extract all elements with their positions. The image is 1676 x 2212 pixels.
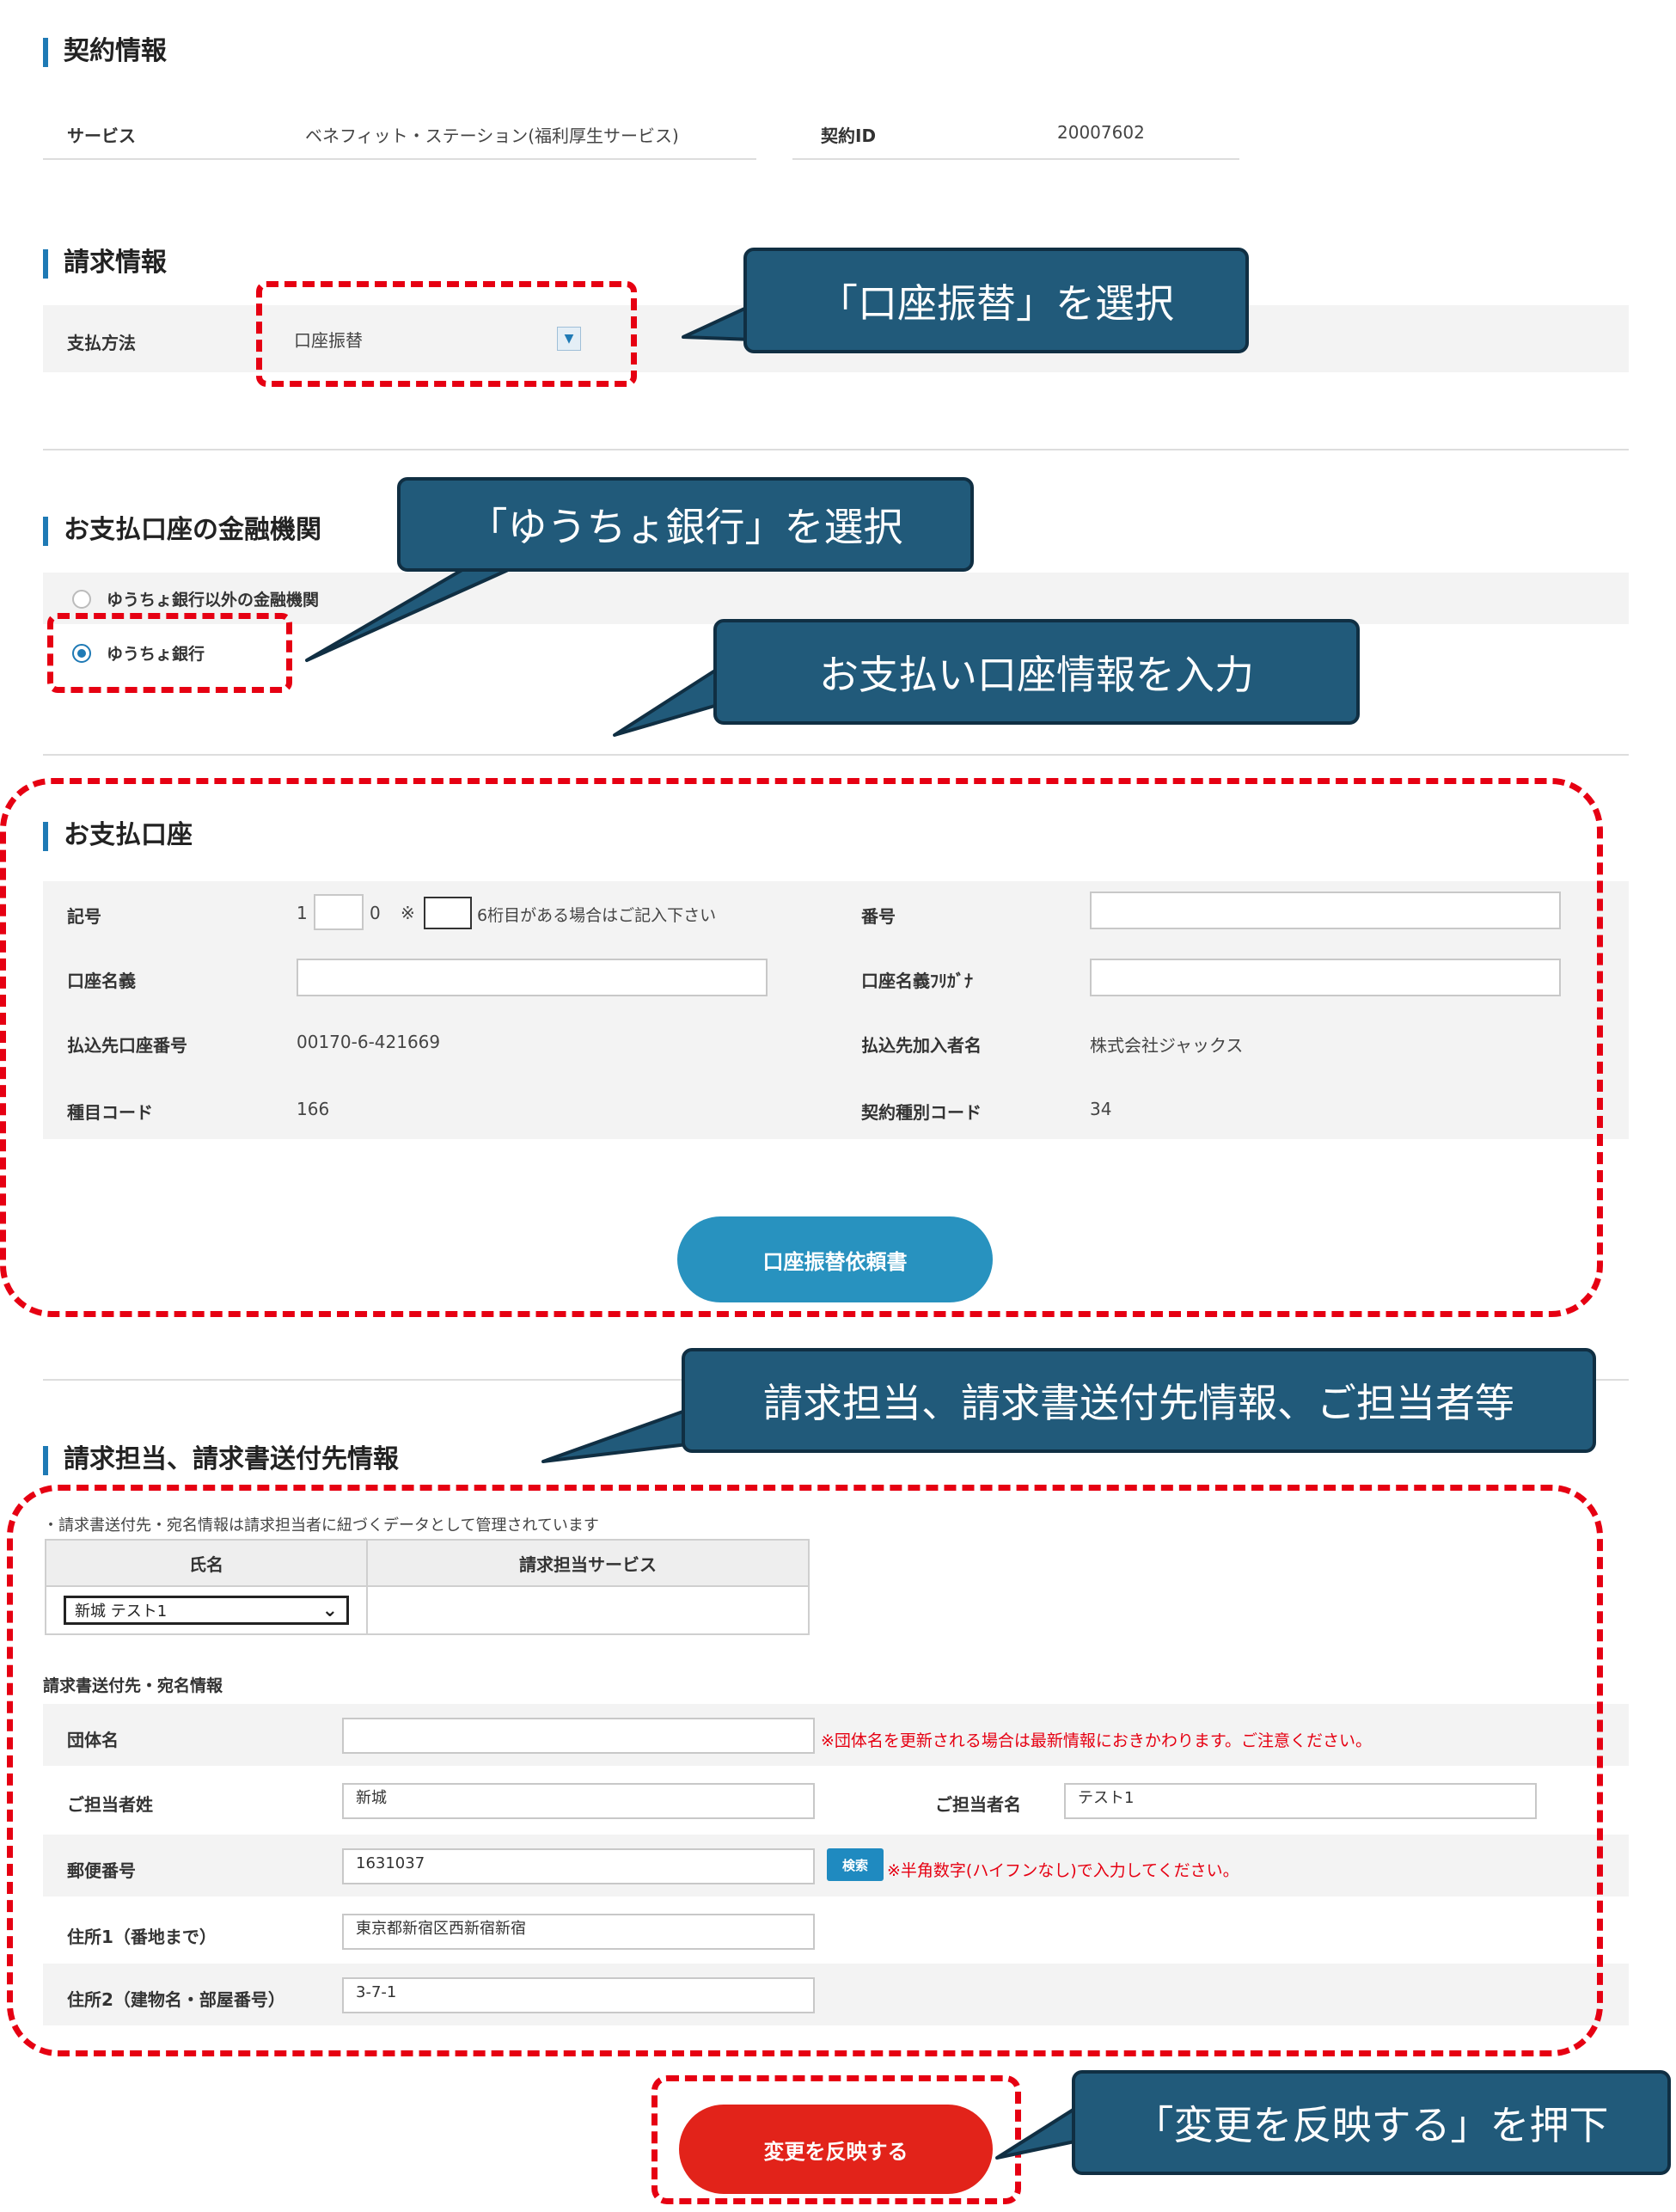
callout-billing-contact: 請求担当、請求書送付先情報、ご担当者等 <box>682 1348 1596 1453</box>
callout-select-yucho: 「ゆうちょ銀行」を選択 <box>397 477 974 572</box>
callout-pointer-invoice <box>541 1408 689 1463</box>
callout-select-transfer: 「口座振替」を選択 <box>743 248 1249 353</box>
callout-pointer-transfer <box>682 303 754 341</box>
callout-pointer-account <box>613 667 719 737</box>
callout-pointer-yucho <box>305 557 535 662</box>
callout-enter-account: お支払い口座情報を入力 <box>713 619 1360 725</box>
callout-pointer-submit <box>995 2105 1080 2160</box>
callout-press-submit: 「変更を反映する」を押下 <box>1072 2070 1671 2175</box>
